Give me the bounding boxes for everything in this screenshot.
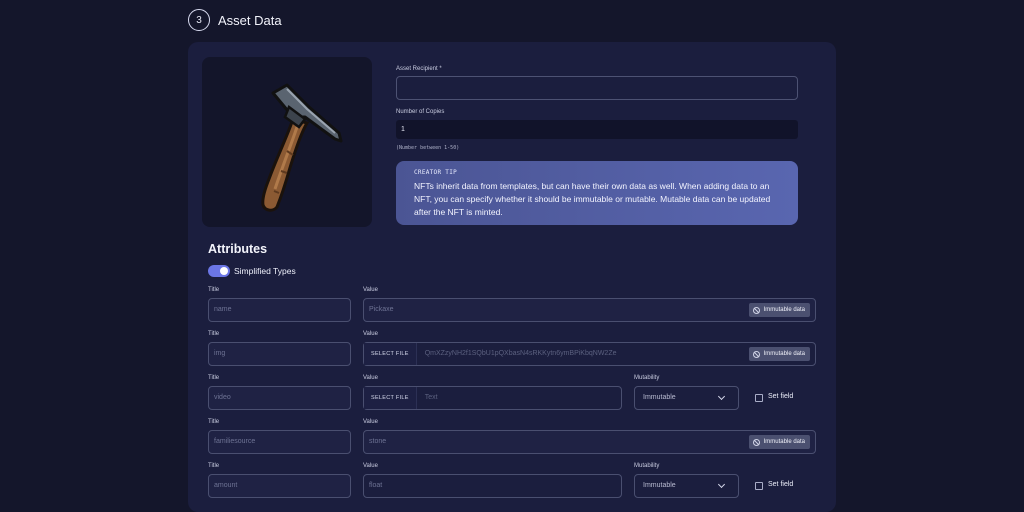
creator-tip: CREATOR TIP NFTs inherit data from templ… xyxy=(396,161,798,225)
mutability-label: Mutability xyxy=(634,463,660,469)
value-label: Value xyxy=(363,419,378,425)
set-field-checkbox[interactable] xyxy=(755,482,763,490)
title-label: Title xyxy=(208,463,220,469)
badge-label: Immutable data xyxy=(763,307,805,313)
attr-file-input[interactable]: SELECT FILE QmXZzyNH2f1SQbU1pQXbasN4sRKK… xyxy=(363,342,816,366)
value-label: Value xyxy=(363,287,378,293)
asset-data-card: Asset Recipient * Number of Copies 1 (Nu… xyxy=(188,42,836,512)
simplified-types-toggle[interactable] xyxy=(208,265,230,277)
chevron-down-icon xyxy=(717,480,726,489)
title-label: Title xyxy=(208,287,220,293)
select-file-button[interactable]: SELECT FILE xyxy=(364,343,417,365)
attr-title-input[interactable]: video xyxy=(208,386,351,410)
mutability-select[interactable]: Immutable xyxy=(634,386,739,410)
tip-text: NFTs inherit data from templates, but ca… xyxy=(414,181,771,217)
toggle-label: Simplified Types xyxy=(234,266,296,276)
set-field-label: Set field xyxy=(768,481,794,488)
copies-label: Number of Copies xyxy=(396,109,445,115)
ban-icon xyxy=(752,306,760,314)
attr-file-input[interactable]: SELECT FILE Text xyxy=(363,386,622,410)
value-label: Value xyxy=(363,331,378,337)
file-hash: QmXZzyNH2f1SQbU1pQXbasN4sRKKytn6ymBPiKbq… xyxy=(424,350,617,357)
recipient-input[interactable] xyxy=(396,76,798,100)
attributes-heading: Attributes xyxy=(208,242,268,256)
mutability-value: Immutable xyxy=(643,394,676,401)
title-label: Title xyxy=(208,375,220,381)
attr-title-input[interactable]: familiesource xyxy=(208,430,351,454)
value-label: Value xyxy=(363,375,378,381)
attr-title-input[interactable]: name xyxy=(208,298,351,322)
badge-label: Immutable data xyxy=(763,351,805,357)
value-label: Value xyxy=(363,463,378,469)
set-field-checkbox[interactable] xyxy=(755,394,763,402)
attr-title-input[interactable]: amount xyxy=(208,474,351,498)
pickaxe-image xyxy=(261,83,343,212)
attr-value-text: stone xyxy=(369,438,387,445)
attr-value-input[interactable]: stone Immutable data xyxy=(363,430,816,454)
set-field-label: Set field xyxy=(768,393,794,400)
title-label: Title xyxy=(208,331,220,337)
attr-value-input[interactable]: float xyxy=(363,474,622,498)
asset-preview xyxy=(202,57,372,227)
immutable-data-badge[interactable]: Immutable data xyxy=(748,347,810,361)
recipient-label: Asset Recipient * xyxy=(396,66,442,72)
title-label: Title xyxy=(208,419,220,425)
step-header: 3 Asset Data xyxy=(188,9,282,31)
file-placeholder: Text xyxy=(424,394,438,401)
mutability-label: Mutability xyxy=(634,375,660,381)
step-title: Asset Data xyxy=(218,12,282,28)
badge-label: Immutable data xyxy=(763,439,805,445)
step-number-badge: 3 xyxy=(188,9,210,31)
ban-icon xyxy=(752,438,760,446)
ban-icon xyxy=(752,350,760,358)
attr-title-input[interactable]: img xyxy=(208,342,351,366)
immutable-data-badge[interactable]: Immutable data xyxy=(748,435,810,449)
select-file-button[interactable]: SELECT FILE xyxy=(364,387,417,409)
attr-value-input[interactable]: Pickaxe Immutable data xyxy=(363,298,816,322)
mutability-select[interactable]: Immutable xyxy=(634,474,739,498)
copies-input[interactable]: 1 xyxy=(396,120,798,139)
tip-title: CREATOR TIP xyxy=(414,169,458,176)
chevron-down-icon xyxy=(717,392,726,401)
toggle-knob xyxy=(220,267,228,275)
mutability-value: Immutable xyxy=(643,482,676,489)
attr-value-text: Pickaxe xyxy=(369,306,394,313)
copies-hint: (Number between 1-50) xyxy=(396,145,460,151)
immutable-data-badge[interactable]: Immutable data xyxy=(748,303,810,317)
